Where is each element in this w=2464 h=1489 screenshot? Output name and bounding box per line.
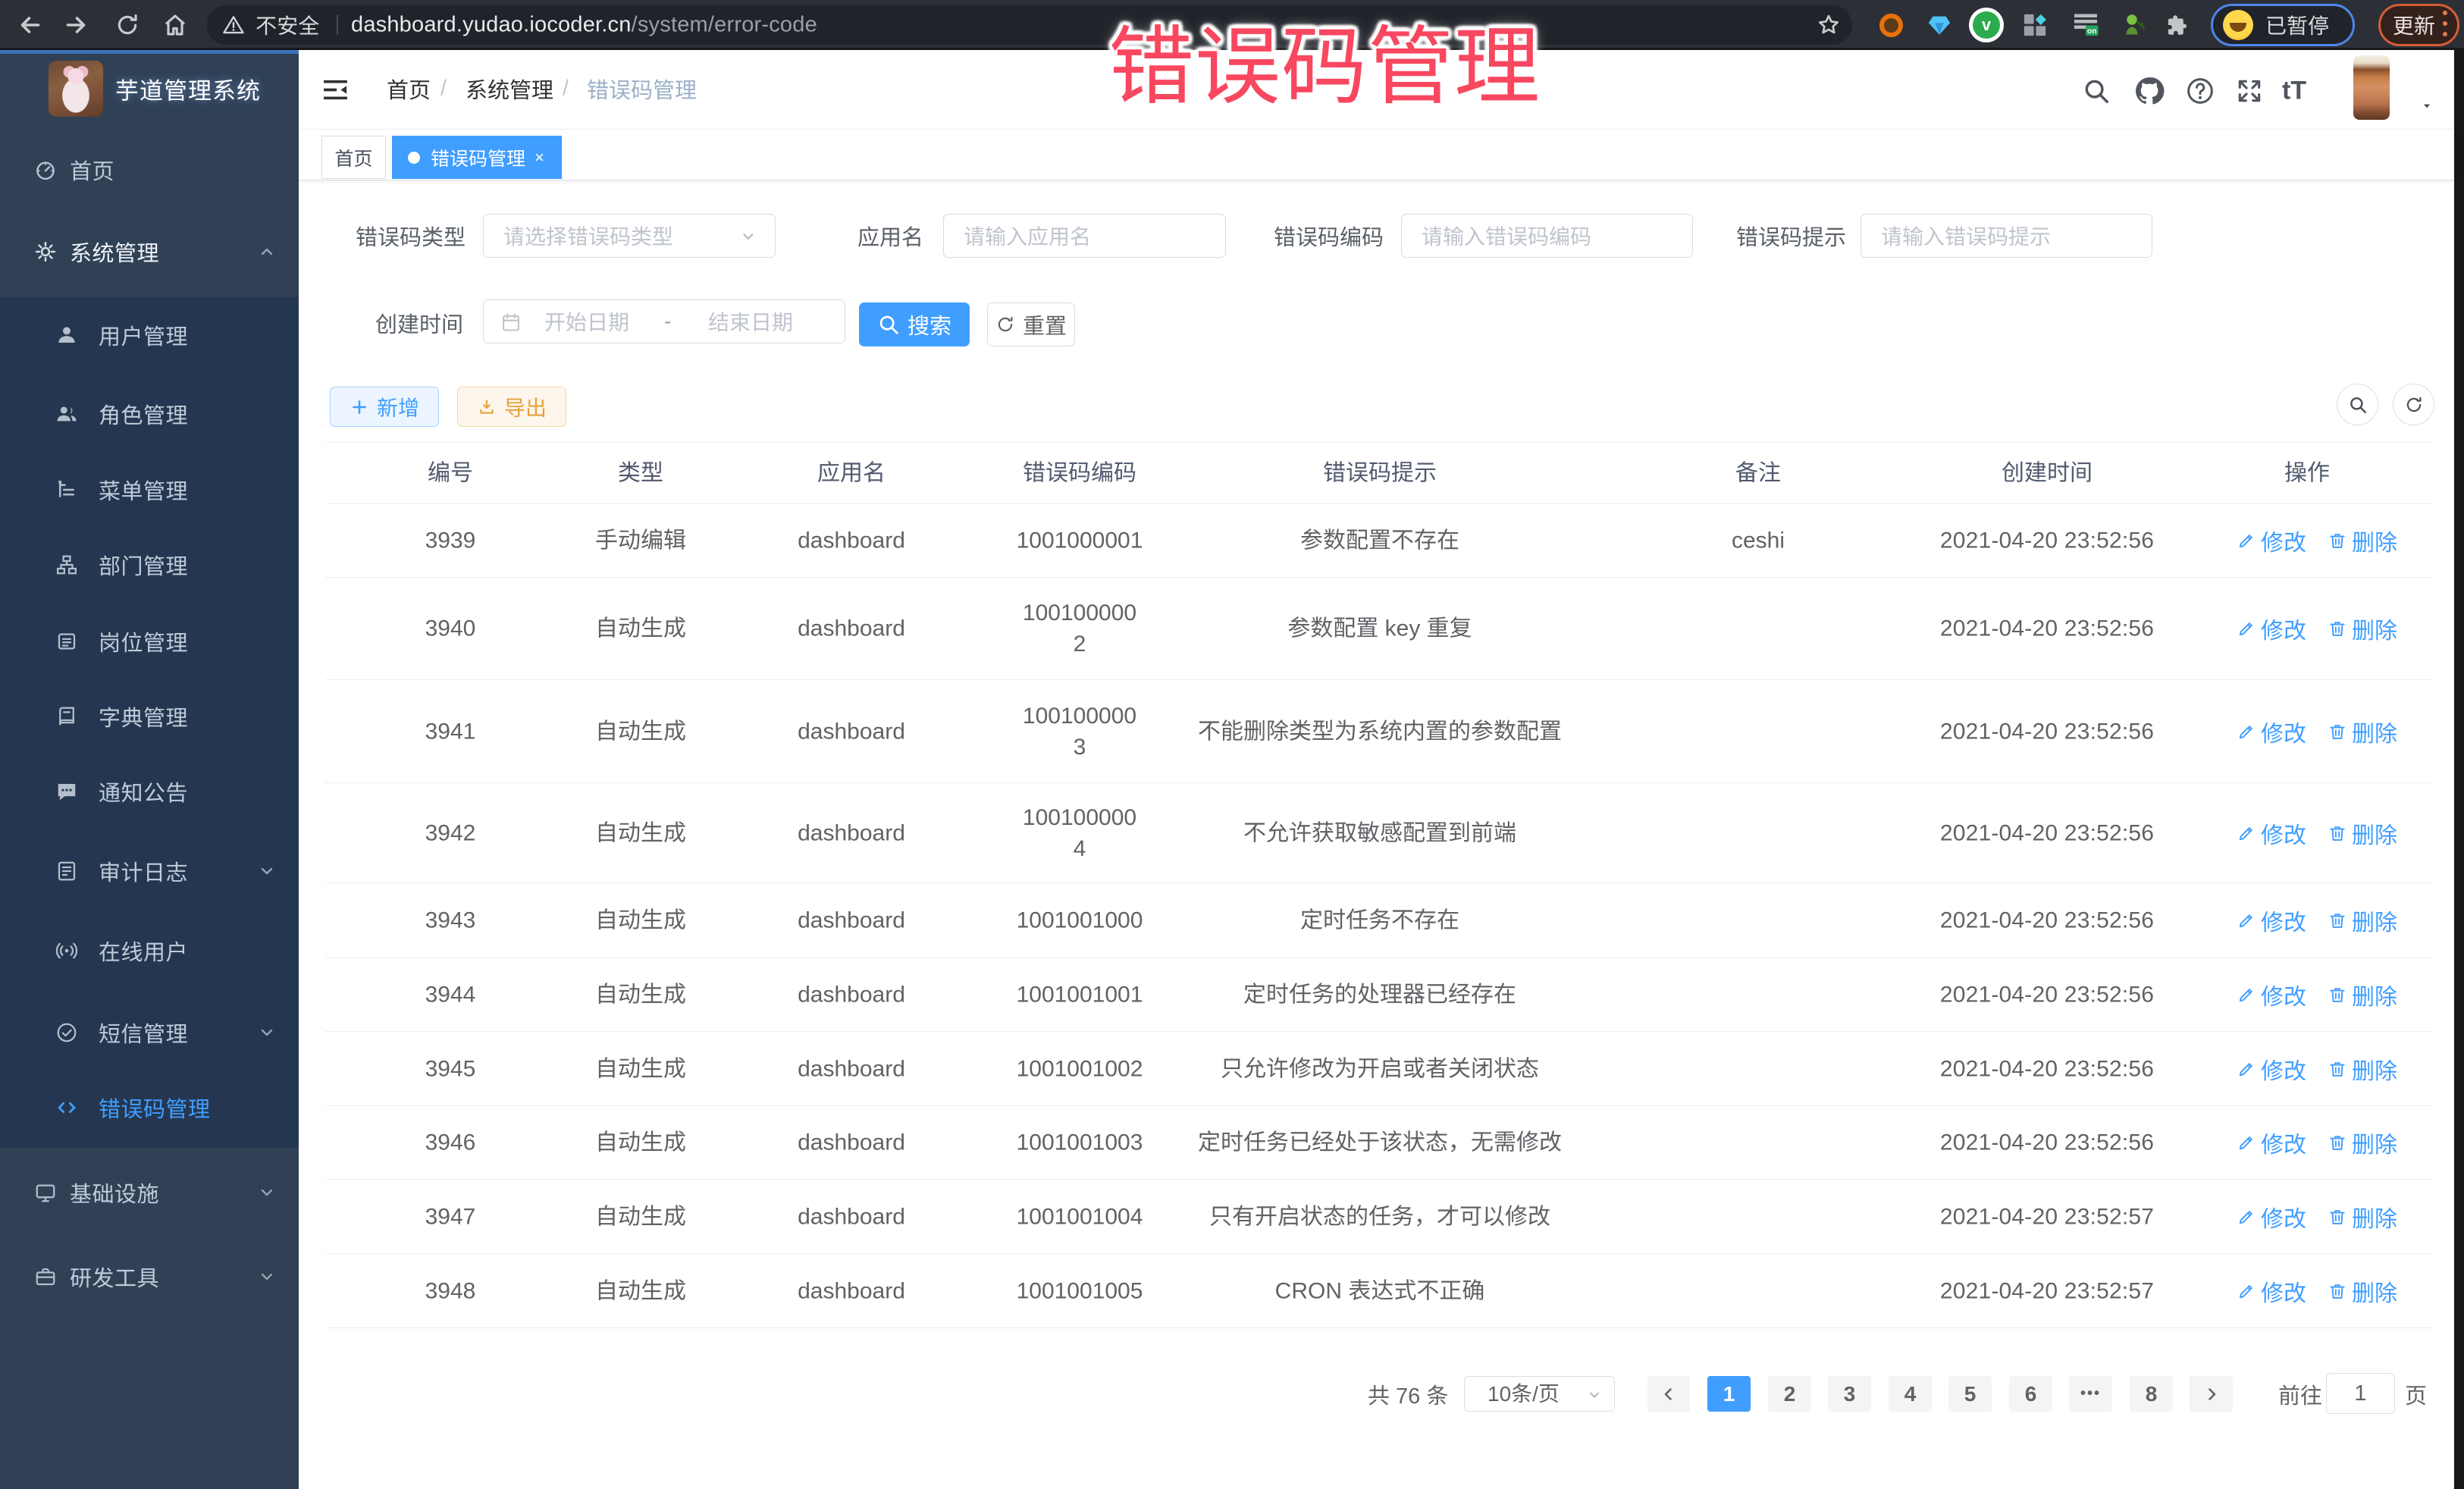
svg-text:on: on — [2087, 27, 2097, 36]
